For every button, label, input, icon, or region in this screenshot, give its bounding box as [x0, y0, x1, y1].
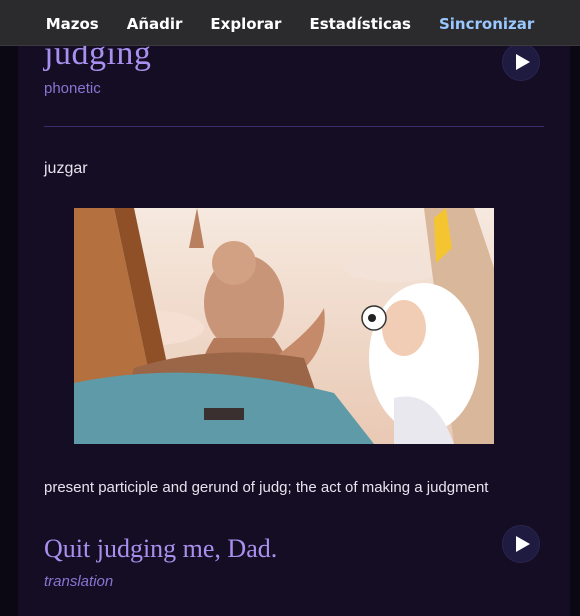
definition-text: present participle and gerund of judg; t…	[44, 479, 489, 496]
nav-decks[interactable]: Mazos	[46, 13, 99, 33]
divider	[44, 126, 544, 127]
nav-sync[interactable]: Sincronizar	[439, 13, 534, 33]
right-margin	[570, 46, 580, 616]
card-image	[74, 208, 494, 444]
example-translation-label: translation	[44, 573, 114, 590]
nav-add[interactable]: Añadir	[127, 13, 183, 33]
play-word-audio-button[interactable]	[502, 43, 540, 81]
translation-text: juzgar	[44, 160, 88, 177]
phonetic-label: phonetic	[44, 80, 101, 97]
play-icon	[515, 536, 530, 552]
top-navigation: Mazos Añadir Explorar Estadísticas Sincr…	[0, 0, 580, 46]
left-margin	[0, 46, 18, 616]
play-icon	[515, 54, 530, 70]
nav-stats[interactable]: Estadísticas	[309, 13, 411, 33]
example-sentence: Quit judging me, Dad.	[44, 534, 278, 563]
play-example-audio-button[interactable]	[502, 525, 540, 563]
nav-browse[interactable]: Explorar	[210, 13, 281, 33]
